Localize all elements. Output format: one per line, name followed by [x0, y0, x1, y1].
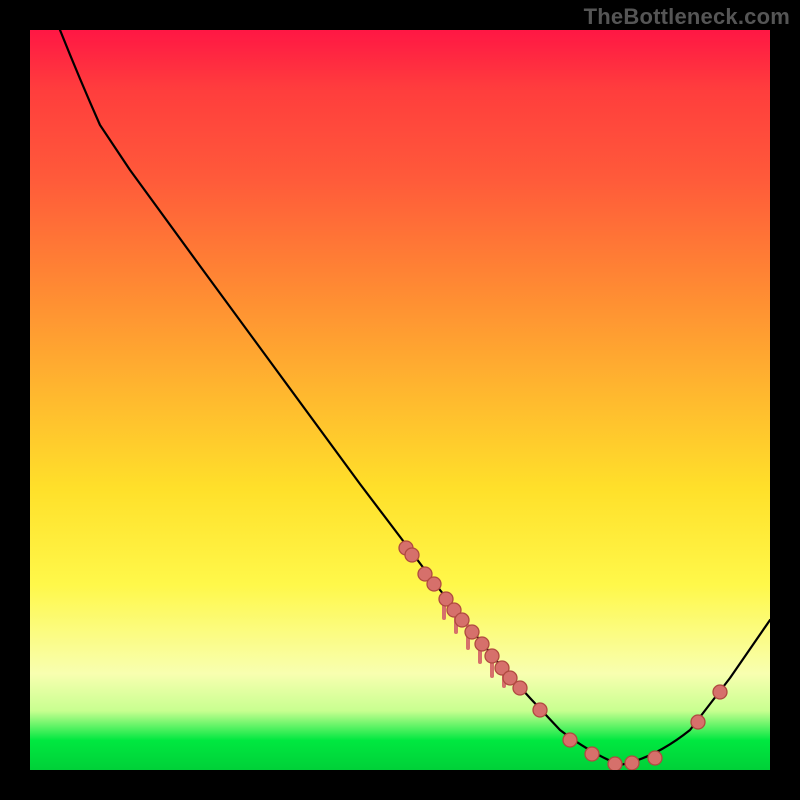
curve-marker [427, 577, 441, 591]
curve-marker [465, 625, 479, 639]
curve-marker [475, 637, 489, 651]
curve-marker [648, 751, 662, 765]
curve-marker [485, 649, 499, 663]
curve-marker [533, 703, 547, 717]
watermark-text: TheBottleneck.com [584, 4, 790, 30]
curve-svg [30, 30, 770, 770]
curve-marker [691, 715, 705, 729]
curve-marker [585, 747, 599, 761]
curve-marker [405, 548, 419, 562]
curve-marker [513, 681, 527, 695]
curve-marker [608, 757, 622, 770]
curve-marker [455, 613, 469, 627]
bottleneck-curve-path [60, 30, 770, 765]
chart-frame: TheBottleneck.com [0, 0, 800, 800]
curve-marker [625, 756, 639, 770]
curve-marker [713, 685, 727, 699]
curve-markers [399, 541, 727, 770]
plot-area [30, 30, 770, 770]
curve-marker [563, 733, 577, 747]
